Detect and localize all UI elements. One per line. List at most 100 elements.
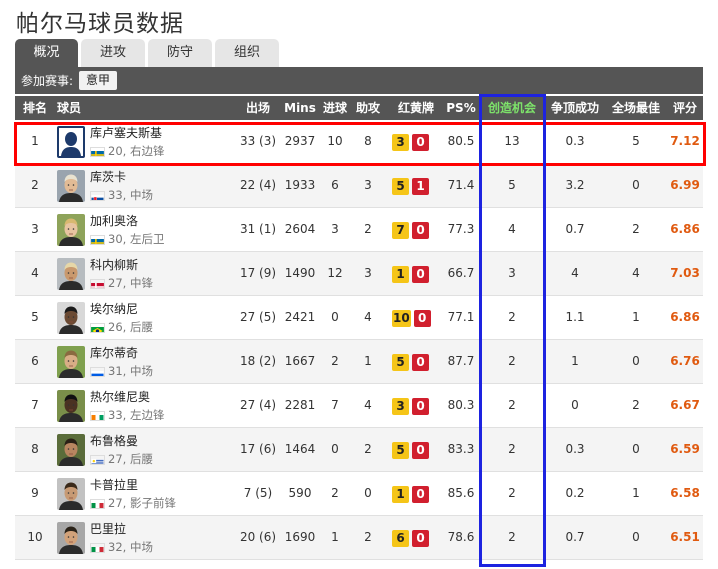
man-of-match-cell: 2 [632, 398, 640, 412]
apps-cell: 27 (5) [239, 310, 277, 324]
table-row[interactable]: 3 加利奥洛 30, 左后卫 31 (1) 2604 3 2 7 0 77.3 4 0.7 2 6.86 [15, 208, 703, 252]
player-avatar[interactable] [57, 522, 85, 554]
italy-flag-icon [90, 498, 105, 509]
col-rating[interactable]: 评分 [667, 96, 703, 120]
tab-defense[interactable]: 防守 [148, 39, 212, 67]
table-row[interactable]: 2 库茨卡 33, 中场 22 (4) 1933 6 3 5 1 71.4 5 3.2 0 6.99 [15, 164, 703, 208]
mins-cell: 2604 [284, 222, 316, 236]
table-row[interactable]: 7 热尔维尼奥 33, 左边锋 27 (4) 2281 7 4 3 0 80.3 2 0 2 6.67 [15, 384, 703, 428]
player-name-link[interactable]: 卡普拉里 [90, 478, 138, 493]
col-apps[interactable]: 出场 [233, 96, 283, 120]
slovenia-flag-icon [90, 366, 105, 377]
pass-success-cell: 71.4 [447, 178, 475, 192]
pass-success-cell: 80.3 [447, 398, 475, 412]
pass-success-cell: 78.6 [447, 530, 475, 544]
col-assists[interactable]: 助攻 [353, 96, 383, 120]
col-mins[interactable]: Mins [281, 96, 319, 120]
table-row[interactable]: 9 卡普拉里 27, 影子前锋 7 (5) 590 2 0 1 0 85.6 2 0.2 1 6.58 [15, 472, 703, 516]
red-card-count: 0 [412, 442, 429, 459]
key-passes-cell: 4 [508, 222, 516, 236]
rating-cell: 6.58 [670, 486, 700, 500]
table-row[interactable]: 10 巴里拉 32, 中场 20 (6) 1690 1 2 6 0 78.6 2 0.7 0 6.51 [15, 516, 703, 560]
table-row[interactable]: 6 库尔蒂奇 31, 中场 18 (2) 1667 2 1 5 0 87.7 2 1 0 6.76 [15, 340, 703, 384]
apps-cell: 17 (6) [239, 442, 277, 456]
player-name-link[interactable]: 巴里拉 [90, 522, 126, 537]
player-name-link[interactable]: 热尔维尼奥 [90, 390, 150, 405]
player-avatar[interactable] [57, 434, 85, 466]
player-age-position: 31, 中场 [108, 364, 153, 378]
table-row[interactable]: 8 布鲁格曼 27, 后腰 17 (6) 1464 0 2 5 0 83.3 2 0.3 0 6.59 [15, 428, 703, 472]
aerial-won-cell: 1.1 [565, 310, 585, 324]
player-age-position: 32, 中场 [108, 540, 153, 554]
apps-cell: 17 (9) [239, 266, 277, 280]
slovakia-flag-icon [90, 190, 105, 201]
player-avatar[interactable] [57, 258, 85, 290]
apps-cell: 33 (3) [239, 134, 277, 148]
goals-cell: 10 [327, 134, 343, 148]
player-avatar[interactable] [57, 170, 85, 202]
tab-passing[interactable]: 组织 [215, 39, 279, 67]
rank-cell: 8 [31, 442, 39, 456]
table-row[interactable]: 5 埃尔纳尼 26, 后腰 27 (5) 2421 0 4 10 0 77.1 2 1.1 1 6.86 [15, 296, 703, 340]
player-meta: 26, 后腰 [90, 320, 153, 335]
player-meta: 27, 中锋 [90, 276, 153, 291]
key-passes-cell: 5 [508, 178, 516, 192]
assists-cell: 3 [364, 266, 372, 280]
ivorycoast-flag-icon [90, 410, 105, 421]
player-avatar[interactable] [57, 346, 85, 378]
player-age-position: 20, 右边锋 [108, 144, 165, 158]
player-name-link[interactable]: 加利奥洛 [90, 214, 138, 229]
col-rank[interactable]: 排名 [15, 96, 55, 120]
player-name-link[interactable]: 库茨卡 [90, 170, 126, 185]
player-avatar[interactable] [57, 126, 85, 158]
player-name-link[interactable]: 埃尔纳尼 [90, 302, 138, 317]
page-title: 帕尔马球员数据 [16, 11, 184, 37]
man-of-match-cell: 1 [632, 310, 640, 324]
col-aerial-won[interactable]: 争顶成功 [547, 96, 603, 120]
table-row[interactable]: 4 科内柳斯 27, 中锋 17 (9) 1490 12 3 1 0 66.7 3 4 4 7.03 [15, 252, 703, 296]
player-name-link[interactable]: 库尔蒂奇 [90, 346, 138, 361]
player-avatar[interactable] [57, 478, 85, 510]
col-key-passes[interactable]: 创造机会 [482, 96, 542, 120]
apps-cell: 7 (5) [243, 486, 273, 500]
player-avatar[interactable] [57, 390, 85, 422]
col-man-of-match[interactable]: 全场最佳 [607, 96, 665, 120]
rank-cell: 9 [31, 486, 39, 500]
col-pass-success[interactable]: PS% [445, 96, 477, 120]
italy-flag-icon [90, 542, 105, 553]
player-age-position: 26, 后腰 [108, 320, 153, 334]
rank-cell: 4 [31, 266, 39, 280]
apps-cell: 27 (4) [239, 398, 277, 412]
pass-success-cell: 77.1 [447, 310, 475, 324]
yellow-card-count: 10 [392, 310, 411, 327]
col-player[interactable]: 球员 [57, 96, 117, 120]
sweden-flag-icon [90, 146, 105, 157]
goals-cell: 1 [331, 530, 339, 544]
goals-cell: 2 [331, 354, 339, 368]
table-row[interactable]: 1 库卢塞夫斯基 20, 右边锋 33 (3) 2937 10 8 3 0 80.5 13 0.3 5 7… [15, 120, 703, 164]
mins-cell: 1690 [284, 530, 316, 544]
red-card-count: 0 [412, 398, 429, 415]
assists-cell: 3 [364, 178, 372, 192]
col-cards[interactable]: 红黄牌 [392, 96, 440, 120]
player-meta: 31, 中场 [90, 364, 153, 379]
cards-cell: 60 [392, 530, 429, 547]
mins-cell: 1933 [284, 178, 316, 192]
tab-overview[interactable]: 概况 [15, 39, 78, 67]
goals-cell: 2 [331, 486, 339, 500]
cards-cell: 70 [392, 222, 429, 239]
red-card-count: 1 [412, 178, 429, 195]
competition-chip-serie-a[interactable]: 意甲 [79, 71, 118, 90]
player-name-link[interactable]: 布鲁格曼 [90, 434, 138, 449]
player-name-link[interactable]: 科内柳斯 [90, 258, 138, 273]
rating-cell: 6.51 [670, 530, 700, 544]
player-avatar[interactable] [57, 302, 85, 334]
cards-cell: 10 [392, 266, 429, 283]
tab-attack[interactable]: 进攻 [81, 39, 145, 67]
red-card-count: 0 [412, 222, 429, 239]
man-of-match-cell: 4 [632, 266, 640, 280]
player-name-link[interactable]: 库卢塞夫斯基 [90, 126, 162, 141]
col-goals[interactable]: 进球 [321, 96, 349, 120]
player-avatar[interactable] [57, 214, 85, 246]
player-age-position: 30, 左后卫 [108, 232, 165, 246]
